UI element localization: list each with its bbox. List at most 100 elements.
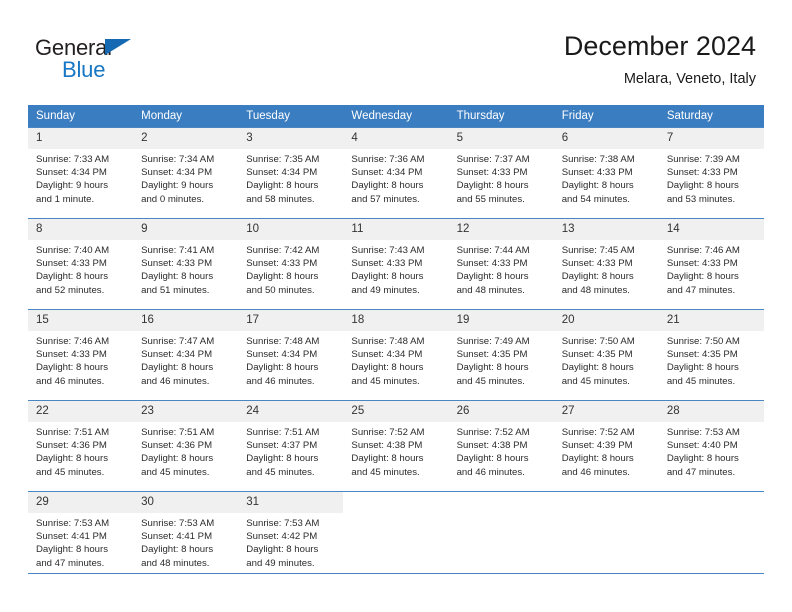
day-sunset-text: Sunset: 4:34 PM bbox=[36, 167, 107, 179]
day-daylight-line1-text: Daylight: 8 hours bbox=[36, 544, 108, 556]
calendar-day-cell[interactable]: 16 Sunrise: 7:47 AM Sunset: 4:34 PM Dayligh… bbox=[133, 309, 239, 401]
day-sun-info: Sunrise: 7:53 AM Sunset: 4:42 PM Daylight:… bbox=[238, 513, 343, 570]
day-number: 2 bbox=[133, 128, 239, 149]
calendar-empty-cell bbox=[553, 491, 659, 582]
day-daylight-line1-text: Daylight: 8 hours bbox=[36, 362, 108, 374]
day-number: 20 bbox=[553, 310, 659, 331]
day-daylight-line2-text: and 45 minutes. bbox=[666, 375, 736, 387]
calendar-day-cell[interactable]: 11 Sunrise: 7:43 AM Sunset: 4:33 PM Dayligh… bbox=[343, 218, 449, 310]
day-number: 12 bbox=[448, 219, 554, 240]
calendar-day-cell[interactable]: 18 Sunrise: 7:48 AM Sunset: 4:34 PM Dayligh… bbox=[343, 309, 449, 401]
calendar-week-row: 29 Sunrise: 7:53 AM Sunset: 4:41 PM Dayligh… bbox=[28, 491, 764, 582]
day-number-placeholder bbox=[553, 492, 659, 513]
day-daylight-line1-text: Daylight: 8 hours bbox=[666, 362, 739, 374]
calendar-day-cell[interactable]: 17 Sunrise: 7:48 AM Sunset: 4:34 PM Dayligh… bbox=[238, 309, 344, 401]
calendar-day-cell[interactable]: 31 Sunrise: 7:53 AM Sunset: 4:42 PM Dayligh… bbox=[238, 491, 344, 582]
day-daylight-line1-text: Daylight: 8 hours bbox=[561, 362, 634, 374]
calendar-day-cell[interactable]: 15 Sunrise: 7:46 AM Sunset: 4:33 PM Dayligh… bbox=[28, 309, 134, 401]
calendar-day-cell[interactable]: 8 Sunrise: 7:40 AM Sunset: 4:33 PM Daylight… bbox=[28, 218, 134, 310]
day-daylight-line1-text: Daylight: 8 hours bbox=[666, 453, 739, 465]
day-sunset-text: Sunset: 4:41 PM bbox=[36, 531, 107, 543]
day-sunrise-text: Sunrise: 7:43 AM bbox=[351, 245, 425, 256]
calendar-day-cell[interactable]: 22 Sunrise: 7:51 AM Sunset: 4:36 PM Dayligh… bbox=[28, 400, 134, 492]
day-number: 7 bbox=[658, 128, 764, 149]
day-sunrise-text: Sunrise: 7:53 AM bbox=[36, 518, 110, 529]
day-daylight-line2-text: and 46 minutes. bbox=[456, 466, 525, 478]
calendar-day-cell[interactable]: 24 Sunrise: 7:51 AM Sunset: 4:37 PM Dayligh… bbox=[238, 400, 344, 492]
day-number: 26 bbox=[448, 401, 554, 422]
day-sun-info: Sunrise: 7:41 AM Sunset: 4:33 PM Daylight:… bbox=[133, 240, 238, 297]
day-sunset-text: Sunset: 4:33 PM bbox=[456, 258, 528, 270]
calendar-day-cell[interactable]: 1 Sunrise: 7:33 AM Sunset: 4:34 PM Daylight… bbox=[28, 127, 134, 219]
day-sunrise-text: Sunrise: 7:35 AM bbox=[246, 154, 320, 165]
calendar-day-cell[interactable]: 30 Sunrise: 7:53 AM Sunset: 4:41 PM Dayligh… bbox=[133, 491, 239, 582]
calendar-day-cell[interactable]: 20 Sunrise: 7:50 AM Sunset: 4:35 PM Dayligh… bbox=[553, 309, 659, 401]
day-sun-info: Sunrise: 7:51 AM Sunset: 4:37 PM Daylight:… bbox=[238, 422, 343, 479]
calendar-day-cell[interactable]: 14 Sunrise: 7:46 AM Sunset: 4:33 PM Dayligh… bbox=[658, 218, 764, 310]
page-header: General Blue December 2024 Melara, Venet… bbox=[0, 0, 792, 100]
calendar-day-cell[interactable]: 2 Sunrise: 7:34 AM Sunset: 4:34 PM Daylight… bbox=[133, 127, 239, 219]
calendar-day-cell[interactable]: 26 Sunrise: 7:52 AM Sunset: 4:38 PM Dayligh… bbox=[448, 400, 554, 492]
calendar-day-cell[interactable]: 7 Sunrise: 7:39 AM Sunset: 4:33 PM Daylight… bbox=[658, 127, 764, 219]
calendar-week-row: 15 Sunrise: 7:46 AM Sunset: 4:33 PM Dayligh… bbox=[28, 309, 764, 401]
day-daylight-line1-text: Daylight: 9 hours bbox=[36, 180, 108, 192]
generalblue-logo[interactable]: General Blue bbox=[35, 36, 235, 86]
day-sun-info: Sunrise: 7:52 AM Sunset: 4:39 PM Daylight:… bbox=[554, 422, 659, 479]
day-daylight-line2-text: and 45 minutes. bbox=[36, 466, 105, 478]
calendar-day-cell[interactable]: 9 Sunrise: 7:41 AM Sunset: 4:33 PM Daylight… bbox=[133, 218, 239, 310]
day-number: 11 bbox=[343, 219, 449, 240]
day-number: 3 bbox=[238, 128, 344, 149]
calendar-empty-cell bbox=[658, 491, 764, 582]
calendar-body: 1 Sunrise: 7:33 AM Sunset: 4:34 PM Daylight… bbox=[28, 127, 764, 582]
day-daylight-line2-text: and 46 minutes. bbox=[36, 375, 105, 387]
day-sunrise-text: Sunrise: 7:51 AM bbox=[141, 427, 215, 438]
calendar-day-cell[interactable]: 4 Sunrise: 7:36 AM Sunset: 4:34 PM Daylight… bbox=[343, 127, 449, 219]
day-sunset-text: Sunset: 4:35 PM bbox=[561, 349, 633, 361]
day-sunset-text: Sunset: 4:33 PM bbox=[561, 167, 633, 179]
calendar-day-cell[interactable]: 25 Sunrise: 7:52 AM Sunset: 4:38 PM Dayligh… bbox=[343, 400, 449, 492]
day-sunrise-text: Sunrise: 7:42 AM bbox=[246, 245, 320, 256]
day-sun-info: Sunrise: 7:34 AM Sunset: 4:34 PM Daylight:… bbox=[133, 149, 238, 206]
day-daylight-line1-text: Daylight: 8 hours bbox=[561, 180, 634, 192]
day-daylight-line1-text: Daylight: 8 hours bbox=[36, 453, 108, 465]
day-sunrise-text: Sunrise: 7:46 AM bbox=[666, 245, 740, 256]
day-number: 14 bbox=[658, 219, 764, 240]
calendar-day-cell[interactable]: 10 Sunrise: 7:42 AM Sunset: 4:33 PM Dayligh… bbox=[238, 218, 344, 310]
calendar-day-cell[interactable]: 21 Sunrise: 7:50 AM Sunset: 4:35 PM Dayligh… bbox=[658, 309, 764, 401]
day-number: 5 bbox=[448, 128, 554, 149]
day-daylight-line1-text: Daylight: 8 hours bbox=[351, 271, 424, 283]
day-number: 6 bbox=[553, 128, 659, 149]
calendar-day-cell[interactable]: 27 Sunrise: 7:52 AM Sunset: 4:39 PM Dayligh… bbox=[553, 400, 659, 492]
day-sunrise-text: Sunrise: 7:39 AM bbox=[666, 154, 740, 165]
day-daylight-line1-text: Daylight: 8 hours bbox=[351, 362, 424, 374]
calendar-day-cell[interactable]: 23 Sunrise: 7:51 AM Sunset: 4:36 PM Dayligh… bbox=[133, 400, 239, 492]
day-sun-info: Sunrise: 7:52 AM Sunset: 4:38 PM Daylight:… bbox=[449, 422, 554, 479]
day-sunset-text: Sunset: 4:35 PM bbox=[666, 349, 738, 361]
day-number: 21 bbox=[658, 310, 764, 331]
day-sunset-text: Sunset: 4:37 PM bbox=[246, 440, 318, 452]
day-sunrise-text: Sunrise: 7:38 AM bbox=[561, 154, 635, 165]
calendar-day-cell[interactable]: 3 Sunrise: 7:35 AM Sunset: 4:34 PM Daylight… bbox=[238, 127, 344, 219]
day-daylight-line1-text: Daylight: 8 hours bbox=[141, 453, 214, 465]
day-daylight-line2-text: and 53 minutes. bbox=[666, 193, 736, 205]
day-sun-info: Sunrise: 7:51 AM Sunset: 4:36 PM Daylight:… bbox=[28, 422, 133, 479]
calendar-day-cell[interactable]: 5 Sunrise: 7:37 AM Sunset: 4:33 PM Daylight… bbox=[448, 127, 554, 219]
calendar-day-cell[interactable]: 12 Sunrise: 7:44 AM Sunset: 4:33 PM Dayligh… bbox=[448, 218, 554, 310]
day-sun-info: Sunrise: 7:42 AM Sunset: 4:33 PM Daylight:… bbox=[238, 240, 343, 297]
day-daylight-line2-text: and 58 minutes. bbox=[246, 193, 315, 205]
day-daylight-line2-text: and 46 minutes. bbox=[141, 375, 210, 387]
day-sun-info: Sunrise: 7:53 AM Sunset: 4:41 PM Daylight:… bbox=[28, 513, 133, 570]
calendar-page: General Blue December 2024 Melara, Venet… bbox=[0, 0, 792, 612]
calendar-day-cell[interactable]: 13 Sunrise: 7:45 AM Sunset: 4:33 PM Dayligh… bbox=[553, 218, 659, 310]
calendar-day-cell[interactable]: 6 Sunrise: 7:38 AM Sunset: 4:33 PM Daylight… bbox=[553, 127, 659, 219]
calendar-day-cell[interactable]: 29 Sunrise: 7:53 AM Sunset: 4:41 PM Dayligh… bbox=[28, 491, 134, 582]
day-number: 29 bbox=[28, 492, 134, 513]
day-sun-info: Sunrise: 7:40 AM Sunset: 4:33 PM Daylight:… bbox=[28, 240, 133, 297]
calendar-day-cell[interactable]: 19 Sunrise: 7:49 AM Sunset: 4:35 PM Dayligh… bbox=[448, 309, 554, 401]
day-daylight-line2-text: and 57 minutes. bbox=[351, 193, 420, 205]
day-daylight-line2-text: and 47 minutes. bbox=[666, 284, 736, 296]
page-title: December 2024 bbox=[563, 31, 756, 61]
day-number: 16 bbox=[133, 310, 239, 331]
calendar-day-cell[interactable]: 28 Sunrise: 7:53 AM Sunset: 4:40 PM Dayligh… bbox=[658, 400, 764, 492]
day-daylight-line1-text: Daylight: 8 hours bbox=[246, 453, 319, 465]
